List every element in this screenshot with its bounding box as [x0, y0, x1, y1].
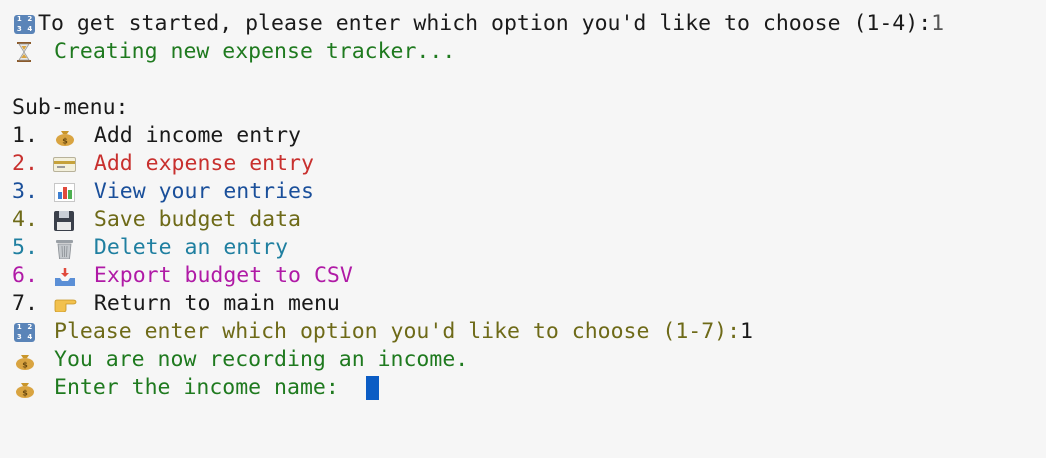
- menu-item-number: 2.: [12, 151, 38, 176]
- menu-item-view-entries: 3. View your entries: [12, 178, 1042, 206]
- bar-chart-icon: [52, 178, 78, 206]
- start-prompt-input: 1: [931, 11, 945, 36]
- menu-item-number: 1.: [12, 123, 38, 148]
- submenu-prompt-line: 1234 Please enter which option you'd lik…: [12, 318, 1042, 346]
- submenu-prompt-text: Please enter which option you'd like to …: [54, 319, 741, 344]
- hourglass-icon: [12, 38, 38, 66]
- floppy-disk-icon: [52, 206, 78, 234]
- recording-status-line: $ You are now recording an income.: [12, 346, 1042, 374]
- keypad-1234-icon: 1234: [12, 10, 38, 38]
- recording-status-text: You are now recording an income.: [54, 347, 469, 372]
- menu-item-number: 3.: [12, 179, 38, 204]
- menu-item-label: Delete an entry: [93, 235, 289, 260]
- svg-text:$: $: [22, 389, 28, 398]
- menu-item-number: 5.: [12, 235, 38, 260]
- start-prompt-line: 1234 To get started, please enter which …: [12, 10, 1042, 38]
- money-bag-icon: $: [12, 374, 38, 402]
- menu-item-label: View your entries: [93, 179, 314, 204]
- wastebasket-icon: [52, 234, 78, 262]
- keypad-1234-icon: 1234: [12, 318, 38, 346]
- inbox-tray-icon: [52, 262, 78, 290]
- submenu-prompt-input: 1: [740, 319, 753, 344]
- pointing-hand-icon: [52, 290, 78, 318]
- menu-item-number: 6.: [12, 263, 38, 288]
- menu-item-save-budget: 4. Save budget data: [12, 206, 1042, 234]
- terminal-output: 1234 To get started, please enter which …: [12, 10, 1042, 402]
- menu-item-number: 4.: [12, 207, 38, 232]
- creating-status-line: Creating new expense tracker...: [12, 38, 1042, 66]
- svg-text:$: $: [62, 137, 68, 146]
- text-cursor[interactable]: [365, 376, 379, 400]
- svg-text:$: $: [22, 361, 28, 370]
- creating-status-text: Creating new expense tracker...: [54, 39, 456, 64]
- menu-item-label: Export budget to CSV: [93, 263, 353, 288]
- menu-item-export-csv: 6. Export budget to CSV: [12, 262, 1042, 290]
- menu-item-return-main: 7. Return to main menu: [12, 290, 1042, 318]
- menu-item-label: Return to main menu: [93, 291, 340, 316]
- menu-item-add-expense: 2. Add expense entry: [12, 150, 1042, 178]
- menu-item-delete-entry: 5. Delete an entry: [12, 234, 1042, 262]
- money-bag-icon: $: [12, 346, 38, 374]
- menu-item-label: Add income entry: [93, 123, 301, 148]
- start-prompt-text: To get started, please enter which optio…: [38, 11, 932, 36]
- credit-card-icon: [52, 150, 78, 178]
- menu-item-add-income: 1. $ Add income entry: [12, 122, 1042, 150]
- income-name-prompt-text: Enter the income name:: [54, 375, 352, 400]
- submenu-title: Sub-menu:: [12, 95, 129, 120]
- menu-item-number: 7.: [12, 291, 38, 316]
- income-name-prompt-line: $ Enter the income name:: [12, 374, 1042, 402]
- money-bag-icon: $: [52, 122, 78, 150]
